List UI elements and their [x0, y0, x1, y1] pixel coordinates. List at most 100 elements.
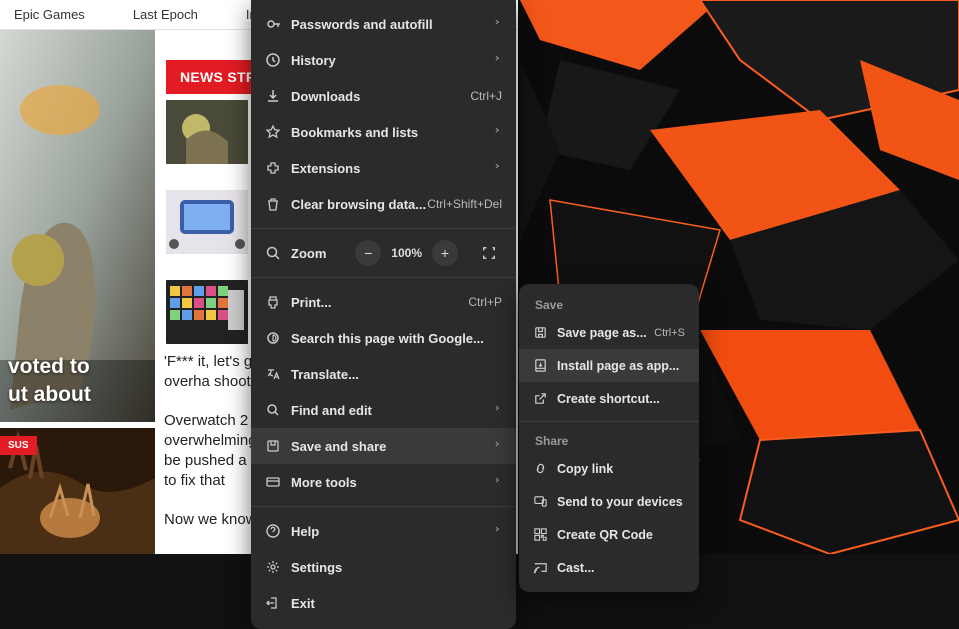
- submenu-item-install_app[interactable]: Install page as app...: [519, 349, 699, 382]
- chevron-right-icon: [494, 17, 504, 32]
- menu-item-cbd[interactable]: Clear browsing data...Ctrl+Shift+Del: [251, 186, 516, 222]
- menu-item-label: Save and share: [291, 439, 502, 454]
- save_share-icon: [265, 438, 291, 454]
- bookmark-epic-games[interactable]: Epic Games: [14, 7, 85, 22]
- menu-item-label: Bookmarks and lists: [291, 125, 502, 140]
- history-icon: [265, 52, 291, 68]
- submenu-item-save_page_as[interactable]: Save page as...Ctrl+S: [519, 316, 699, 349]
- zoom-in-button[interactable]: +: [432, 240, 458, 266]
- translate-icon: [265, 366, 291, 382]
- menu-item-history[interactable]: History: [251, 42, 516, 78]
- cbd-icon: [265, 196, 291, 212]
- menu-shortcut: Ctrl+P: [468, 295, 502, 309]
- submenu-item-cast[interactable]: Cast...: [519, 551, 699, 584]
- find-icon: [265, 402, 291, 418]
- menu-item-label: Downloads: [291, 89, 470, 104]
- hero-article-image[interactable]: voted to ut about: [0, 30, 155, 422]
- menu-item-bookmarks[interactable]: Bookmarks and lists: [251, 114, 516, 150]
- menu-item-label: Print...: [291, 295, 468, 310]
- submenu-item-send_devices[interactable]: Send to your devices: [519, 485, 699, 518]
- copy_link-icon: [533, 461, 557, 476]
- menu-item-label: Passwords and autofill: [291, 17, 502, 32]
- menu-item-exit[interactable]: Exit: [251, 585, 516, 621]
- zoom-label: Zoom: [291, 246, 355, 261]
- submenu-section-share: Share: [519, 428, 699, 452]
- submenu-item-label: Create QR Code: [557, 528, 685, 542]
- cast-icon: [533, 560, 557, 575]
- menu-item-more_tools[interactable]: More tools: [251, 464, 516, 500]
- menu-item-label: Extensions: [291, 161, 502, 176]
- chevron-right-icon: [494, 524, 504, 539]
- menu-item-save_share[interactable]: Save and share: [251, 428, 516, 464]
- fullscreen-button[interactable]: [476, 240, 502, 266]
- help-icon: [265, 523, 291, 539]
- menu-item-print[interactable]: Print...Ctrl+P: [251, 284, 516, 320]
- menu-item-label: Clear browsing data...: [291, 197, 427, 212]
- submenu-item-label: Cast...: [557, 561, 685, 575]
- print-icon: [265, 294, 291, 310]
- menu-item-label: Translate...: [291, 367, 502, 382]
- chrome-app-menu: Passwords and autofillHistoryDownloadsCt…: [251, 0, 516, 629]
- menu-item-label: Search this page with Google...: [291, 331, 502, 346]
- bookmark-last-epoch[interactable]: Last Epoch: [133, 7, 198, 22]
- submenu-item-shortcut[interactable]: Create shortcut...: [519, 382, 699, 415]
- shortcut-icon: [533, 391, 557, 406]
- sus-tag: SUS: [0, 436, 37, 455]
- chevron-right-icon: [494, 475, 504, 490]
- submenu-item-label: Send to your devices: [557, 495, 685, 509]
- downloads-icon: [265, 88, 291, 104]
- menu-item-label: History: [291, 53, 502, 68]
- menu-separator: [251, 277, 516, 278]
- menu-item-downloads[interactable]: DownloadsCtrl+J: [251, 78, 516, 114]
- submenu-item-label: Create shortcut...: [557, 392, 685, 406]
- menu-item-label: Help: [291, 524, 502, 539]
- menu-item-settings[interactable]: Settings: [251, 549, 516, 585]
- chevron-right-icon: [494, 53, 504, 68]
- passwords-icon: [265, 16, 291, 32]
- story-thumb-1[interactable]: [166, 100, 248, 164]
- save_page_as-icon: [533, 325, 557, 340]
- chevron-right-icon: [494, 439, 504, 454]
- searchg-icon: [265, 330, 291, 346]
- install_app-icon: [533, 358, 557, 373]
- submenu-item-qr[interactable]: Create QR Code: [519, 518, 699, 551]
- submenu-item-label: Save page as...: [557, 326, 654, 340]
- more_tools-icon: [265, 474, 291, 490]
- submenu-item-copy_link[interactable]: Copy link: [519, 452, 699, 485]
- menu-item-extensions[interactable]: Extensions: [251, 150, 516, 186]
- menu-item-label: Settings: [291, 560, 502, 575]
- menu-item-searchg[interactable]: Search this page with Google...: [251, 320, 516, 356]
- submenu-item-label: Copy link: [557, 462, 685, 476]
- submenu-separator: [519, 421, 699, 422]
- settings-icon: [265, 559, 291, 575]
- menu-item-label: Find and edit: [291, 403, 502, 418]
- menu-item-help[interactable]: Help: [251, 513, 516, 549]
- menu-separator: [251, 228, 516, 229]
- menu-shortcut: Ctrl+J: [470, 89, 502, 103]
- exit-icon: [265, 595, 291, 611]
- menu-item-label: Exit: [291, 596, 502, 611]
- chevron-right-icon: [494, 403, 504, 418]
- chevron-right-icon: [494, 125, 504, 140]
- menu-item-translate[interactable]: Translate...: [251, 356, 516, 392]
- hero-article-caption: voted to ut about: [0, 353, 155, 422]
- send_devices-icon: [533, 494, 557, 509]
- menu-item-zoom: Zoom−100% +: [251, 235, 516, 271]
- menu-item-find[interactable]: Find and edit: [251, 392, 516, 428]
- story-thumbnails: [166, 100, 248, 344]
- chevron-right-icon: [494, 161, 504, 176]
- zoom-out-button[interactable]: −: [355, 240, 381, 266]
- menu-separator: [251, 506, 516, 507]
- qr-icon: [533, 527, 557, 542]
- extensions-icon: [265, 160, 291, 176]
- story-thumb-2[interactable]: [166, 190, 248, 254]
- menu-item-passwords[interactable]: Passwords and autofill: [251, 6, 516, 42]
- submenu-section-save: Save: [519, 292, 699, 316]
- submenu-shortcut: Ctrl+S: [654, 327, 685, 339]
- story-thumb-3[interactable]: [166, 280, 248, 344]
- submenu-item-label: Install page as app...: [557, 359, 685, 373]
- zoom-icon: [265, 245, 291, 261]
- zoom-value: 100%: [391, 240, 422, 266]
- save-and-share-submenu: SaveSave page as...Ctrl+SInstall page as…: [519, 284, 699, 592]
- menu-shortcut: Ctrl+Shift+Del: [427, 197, 502, 211]
